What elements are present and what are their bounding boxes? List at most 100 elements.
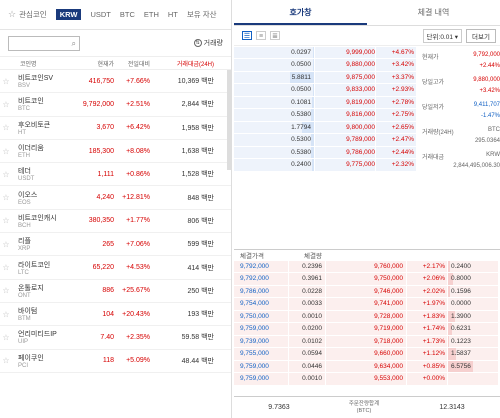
bid-price[interactable]: 9,728,000 — [326, 310, 406, 322]
coin-name-cell: 비트코인캐시 BCH — [12, 213, 72, 229]
ask-price[interactable]: 9,819,000 — [315, 96, 375, 108]
tab-usdt[interactable]: USDT — [90, 10, 110, 19]
trade-qty: 0.0010 — [289, 373, 325, 385]
trade-qty: 0.0594 — [289, 348, 325, 360]
bid-row[interactable]: 9,759,000 0.0446 9,634,000 +0.85% 6.5756 — [234, 360, 500, 373]
favorite-star-icon[interactable]: ☆ — [0, 100, 12, 109]
volume-toggle[interactable]: ⇅ 거래량 — [193, 38, 223, 48]
coin-row[interactable]: ☆ 리플 XRP 265 +7.06% 599 백만 — [0, 233, 231, 257]
ask-depth-bar — [312, 96, 314, 108]
view-bids-icon[interactable]: ≣ — [270, 31, 280, 40]
coin-row[interactable]: ☆ 언리미티드IP UIP 7.40 +2.35% 59.58 백만 — [0, 326, 231, 350]
coin-row[interactable]: ☆ 바이텀 BTM 104 +20.43% 193 백만 — [0, 303, 231, 327]
coin-row[interactable]: ☆ 페이쿠인 PCI 118 +5.09% 48.44 백만 — [0, 350, 231, 373]
tab-eth[interactable]: ETH — [144, 10, 159, 19]
view-both-icon[interactable]: ☰ — [242, 31, 252, 40]
header-change[interactable]: 전일대비 — [114, 59, 150, 68]
ask-price[interactable]: 9,789,000 — [315, 134, 375, 146]
coin-name: 페이쿠인 — [18, 354, 44, 362]
bid-qty-cell: 0.0000 — [448, 298, 498, 310]
amount-unit: KRW — [486, 152, 500, 158]
coin-volume: 193 백만 — [187, 311, 214, 319]
coin-row[interactable]: ☆ 온톨로지 ONT 886 +25.67% 250 백만 — [0, 280, 231, 303]
ask-price[interactable]: 9,833,000 — [315, 84, 375, 96]
tab-trades[interactable]: 체결 내역 — [367, 0, 500, 25]
view-asks-icon[interactable]: ≡ — [256, 31, 266, 40]
trade-qty: 0.0102 — [289, 335, 325, 347]
coin-list: ☆ 비트코인SV BSV 416,750 +7.66% 10,369 백만 ☆ 비트코인 BTC… — [0, 70, 231, 373]
list-scrollbar[interactable] — [227, 70, 231, 170]
header-name[interactable]: 코인명 — [0, 59, 72, 68]
unit-select[interactable]: 단위:0.01 ▾ — [422, 28, 463, 43]
search-icon[interactable]: ⌕ — [72, 39, 76, 49]
bid-row[interactable]: 9,759,000 0.0200 9,719,000 +1.74% 0.6231 — [234, 323, 500, 336]
bid-row[interactable]: 9,754,000 0.0033 9,741,000 +1.97% 0.0000 — [234, 298, 500, 311]
bid-row[interactable]: 9,739,000 0.0102 9,718,000 +1.73% 0.1223 — [234, 335, 500, 348]
bid-row[interactable]: 9,792,000 0.2396 9,760,000 +2.17% 0.2400 — [234, 260, 500, 273]
favorite-star-icon[interactable]: ☆ — [0, 147, 12, 156]
header-price[interactable]: 현재가 — [72, 59, 114, 68]
bid-price[interactable]: 9,660,000 — [326, 348, 406, 360]
coin-row[interactable]: ☆ 테더 USDT 1,111 +0.86% 1,528 백만 — [0, 163, 231, 187]
favorite-star-icon[interactable]: ☆ — [0, 77, 12, 86]
ask-price[interactable]: 9,775,000 — [315, 159, 375, 171]
favorite-star-icon[interactable]: ☆ — [0, 356, 12, 365]
bid-row[interactable]: 9,759,000 0.0010 9,553,000 +0.00% — [234, 373, 500, 386]
bid-row[interactable]: 9,750,000 0.0010 9,728,000 +1.83% 1.3900 — [234, 310, 500, 323]
coin-row[interactable]: ☆ 라이트코인 LTC 65,220 +4.53% 414 백만 — [0, 256, 231, 280]
search-input[interactable]: ⌕ — [8, 35, 80, 51]
bid-price[interactable]: 9,718,000 — [326, 335, 406, 347]
tab-ht[interactable]: HT — [168, 10, 178, 19]
ask-qty-cell: 0.0297 — [234, 46, 314, 58]
bid-price[interactable]: 9,746,000 — [326, 285, 406, 297]
coin-row[interactable]: ☆ 비트코인캐시 BCH 380,350 +1.77% 806 백만 — [0, 210, 231, 234]
ask-total: 9.7363 — [268, 404, 290, 411]
favorite-star-icon[interactable]: ☆ — [0, 193, 12, 202]
ask-price[interactable]: 9,875,000 — [315, 71, 375, 83]
tab-krw[interactable]: KRW — [55, 9, 82, 20]
bid-depth-bar — [448, 285, 450, 297]
ask-rate: +4.67% — [376, 46, 416, 58]
coin-price: 265 — [102, 240, 114, 248]
coin-row[interactable]: ☆ 이오스 EOS 4,240 +12.81% 848 백만 — [0, 186, 231, 210]
tab-holdings[interactable]: 보유 자산 — [187, 9, 217, 20]
coin-row[interactable]: ☆ 후오비토큰 HT 3,670 +6.42% 1,958 백만 — [0, 117, 231, 140]
volume-toggle-label: 거래량 — [203, 40, 223, 47]
bid-qty: 1.5837 — [451, 350, 471, 357]
bid-price[interactable]: 9,741,000 — [326, 298, 406, 310]
bid-price[interactable]: 9,634,000 — [326, 360, 406, 372]
bid-price[interactable]: 9,750,000 — [326, 273, 406, 285]
ask-price[interactable]: 9,880,000 — [315, 59, 375, 71]
ask-rate: +2.47% — [376, 134, 416, 146]
favorite-star-icon[interactable]: ☆ — [0, 333, 12, 342]
coin-price: 380,350 — [88, 217, 114, 225]
tab-orderbook[interactable]: 호가창 — [234, 0, 367, 25]
favorite-star-icon[interactable]: ☆ — [0, 216, 12, 225]
more-button[interactable]: 더보기 — [466, 28, 496, 43]
header-volume[interactable]: 거래대금(24H) — [150, 59, 218, 68]
bid-price[interactable]: 9,553,000 — [326, 373, 406, 385]
tab-btc[interactable]: BTC — [120, 10, 135, 19]
bid-row[interactable]: 9,786,000 0.0228 9,746,000 +2.02% 0.1596 — [234, 285, 500, 298]
ask-price[interactable]: 9,816,000 — [315, 109, 375, 121]
favorite-star-icon[interactable]: ☆ — [0, 263, 12, 272]
bid-row[interactable]: 9,755,000 0.0594 9,660,000 +1.12% 1.5837 — [234, 348, 500, 361]
favorites-tab[interactable]: ☆ 관심코인 — [8, 9, 47, 20]
coin-row[interactable]: ☆ 비트코인SV BSV 416,750 +7.66% 10,369 백만 — [0, 70, 231, 94]
coin-row[interactable]: ☆ 이더리움 ETH 185,300 +8.08% 1,638 백만 — [0, 140, 231, 164]
favorite-star-icon[interactable]: ☆ — [0, 240, 12, 249]
favorite-star-icon[interactable]: ☆ — [0, 170, 12, 179]
ask-price[interactable]: 9,999,000 — [315, 46, 375, 58]
bid-price[interactable]: 9,719,000 — [326, 323, 406, 335]
ask-price[interactable]: 9,800,000 — [315, 121, 375, 133]
favorite-star-icon[interactable]: ☆ — [0, 123, 12, 132]
low-rate: -1.47% — [480, 113, 500, 119]
bid-row[interactable]: 9,792,000 0.3961 9,750,000 +2.06% 0.8000 — [234, 273, 500, 286]
ask-price[interactable]: 9,786,000 — [315, 146, 375, 158]
bid-price[interactable]: 9,760,000 — [326, 260, 406, 272]
favorite-star-icon[interactable]: ☆ — [0, 286, 12, 295]
favorite-star-icon[interactable]: ☆ — [0, 310, 12, 319]
coin-symbol: BSV — [18, 83, 31, 90]
ask-rate: +2.75% — [376, 109, 416, 121]
coin-row[interactable]: ☆ 비트코인 BTC 9,792,000 +2.51% 2,844 백만 — [0, 93, 231, 117]
